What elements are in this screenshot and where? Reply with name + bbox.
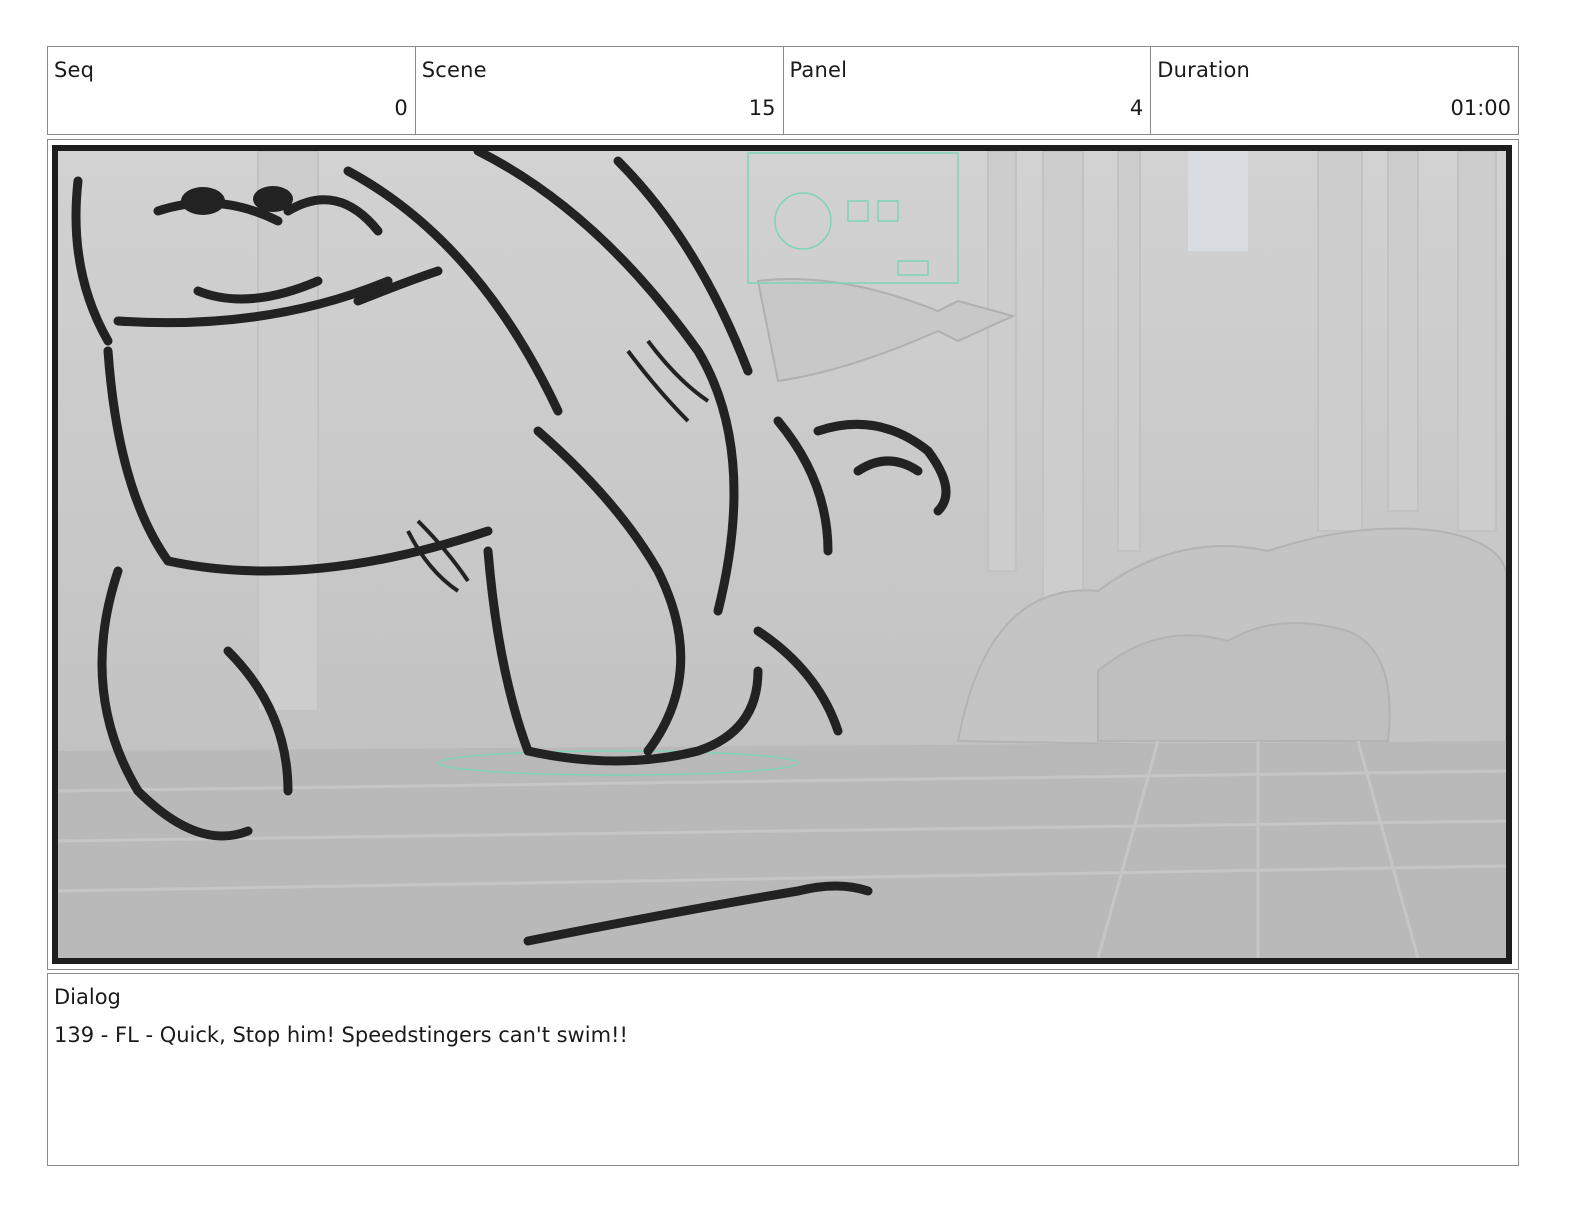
storyboard-panel-image bbox=[52, 145, 1512, 964]
scene-label: Scene bbox=[421, 58, 487, 82]
panel-cell: Panel 4 bbox=[784, 47, 1152, 134]
dialog-label: Dialog bbox=[54, 985, 121, 1009]
duration-cell: Duration 01:00 bbox=[1151, 47, 1518, 134]
storyboard-sketch bbox=[58, 151, 1506, 958]
duration-label: Duration bbox=[1157, 58, 1251, 82]
seq-value: 0 bbox=[394, 96, 408, 120]
seq-cell: Seq 0 bbox=[48, 47, 416, 134]
dialog-text: 139 - FL - Quick, Stop him! Speedstinger… bbox=[54, 1023, 628, 1047]
scene-value: 15 bbox=[748, 96, 776, 120]
duration-value: 01:00 bbox=[1450, 96, 1511, 120]
panel-value: 4 bbox=[1129, 96, 1144, 120]
storyboard-panel-frame bbox=[47, 139, 1519, 970]
panel-label: Panel bbox=[789, 58, 848, 82]
dialog-box: Dialog 139 - FL - Quick, Stop him! Speed… bbox=[47, 973, 1519, 1166]
panel-header: Seq 0 Scene 15 Panel 4 Duration 01:00 bbox=[47, 46, 1519, 135]
scene-cell: Scene 15 bbox=[416, 47, 784, 134]
seq-label: Seq bbox=[54, 58, 95, 82]
